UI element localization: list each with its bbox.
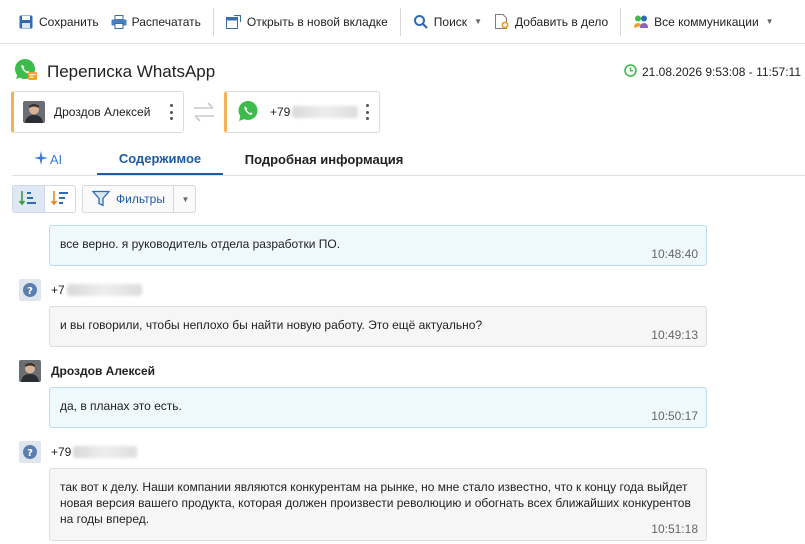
all-communications-label: Все коммуникации — [654, 14, 759, 29]
save-label: Сохранить — [39, 14, 99, 29]
all-communications-button[interactable]: Все коммуникации ▼ — [627, 7, 779, 37]
printer-icon — [111, 14, 127, 30]
add-to-case-label: Добавить в дело — [514, 14, 609, 29]
message-text: да, в планах это есть. — [60, 399, 182, 413]
clock-icon — [624, 64, 637, 80]
more-options-icon[interactable] — [169, 104, 173, 120]
participant-card-2[interactable]: +79 — [224, 91, 380, 133]
swap-arrows-icon — [191, 101, 217, 123]
message-bubble: и вы говорили, чтобы неплохо бы найти но… — [49, 306, 707, 347]
message-sender: ? +7 — [19, 278, 142, 302]
unknown-contact-icon: ? — [19, 279, 41, 301]
message-bubble: все верно. я руководитель отдела разрабо… — [49, 225, 707, 266]
message-time: 10:51:18 — [651, 522, 698, 536]
avatar — [23, 101, 45, 123]
open-new-tab-button[interactable]: Открыть в новой вкладке — [220, 7, 394, 37]
tab-ai[interactable]: AI — [32, 143, 64, 175]
save-button[interactable]: Сохранить — [12, 7, 105, 37]
open-new-tab-label: Открыть в новой вкладке — [246, 14, 388, 29]
message-text: так вот к делу. Наши компании являются к… — [60, 480, 691, 526]
search-icon — [413, 14, 429, 30]
redacted-phone — [66, 284, 142, 296]
time-range-text: 21.08.2026 9:53:08 - 11:57:11 — [641, 65, 801, 79]
sender-phone: +79 — [51, 445, 72, 459]
tab-bar: AI Содержимое Подробная информация — [12, 143, 805, 176]
sparkle-icon — [33, 150, 48, 168]
floppy-disk-icon — [18, 14, 34, 30]
sort-group — [12, 185, 76, 213]
filters-dropdown[interactable]: ▼ — [173, 186, 195, 212]
svg-text:?: ? — [27, 448, 33, 459]
message-text: все верно. я руководитель отдела разрабо… — [60, 237, 341, 251]
sort-descending-button[interactable] — [43, 186, 75, 212]
toolbar-divider — [399, 7, 401, 36]
filters-label: Фильтры — [116, 192, 165, 206]
print-button[interactable]: Распечатать — [105, 7, 207, 37]
whatsapp-icon — [14, 58, 38, 82]
add-to-case-button[interactable]: Добавить в дело — [488, 7, 614, 37]
funnel-icon — [92, 190, 110, 208]
avatar — [19, 360, 41, 382]
toolbar-divider — [212, 7, 214, 36]
chevron-down-icon: ▼ — [181, 194, 190, 204]
toolbar-divider — [620, 7, 622, 36]
more-options-icon[interactable] — [365, 104, 369, 120]
redacted-phone — [73, 446, 138, 458]
participant-name: Дроздов Алексей — [54, 105, 151, 119]
filters-button[interactable]: Фильтры ▼ — [82, 185, 196, 213]
print-label: Распечатать — [131, 14, 201, 29]
whatsapp-icon — [237, 100, 261, 124]
sender-phone: +7 — [51, 283, 65, 297]
unknown-contact-icon: ? — [19, 441, 41, 463]
message-time: 10:48:40 — [651, 247, 698, 261]
svg-text:?: ? — [27, 286, 33, 297]
sort-ascending-icon — [19, 190, 37, 209]
message-bubble: да, в планах это есть. 10:50:17 — [49, 387, 707, 428]
sort-ascending-button[interactable] — [13, 186, 44, 212]
tab-ai-label: AI — [49, 151, 63, 167]
message-sender: Дроздов Алексей — [19, 359, 155, 383]
tab-details[interactable]: Подробная информация — [234, 143, 414, 175]
chevron-down-icon: ▼ — [765, 17, 774, 26]
new-tab-icon — [226, 14, 242, 30]
sort-descending-icon — [50, 190, 69, 209]
message-bubble: так вот к делу. Наши компании являются к… — [49, 468, 707, 541]
page-title: Переписка WhatsApp — [47, 62, 216, 81]
search-button[interactable]: Поиск ▼ — [407, 7, 488, 37]
time-range: 21.08.2026 9:53:08 - 11:57:11 — [624, 64, 801, 80]
participant-card-1[interactable]: Дроздов Алексей — [11, 91, 184, 133]
tab-content[interactable]: Содержимое — [97, 143, 223, 175]
communications-icon — [633, 14, 649, 30]
message-time: 10:50:17 — [651, 409, 698, 423]
message-text: и вы говорили, чтобы неплохо бы найти но… — [60, 318, 483, 332]
sender-name: Дроздов Алексей — [51, 364, 156, 378]
message-sender: ? +79 — [19, 440, 138, 464]
chevron-down-icon: ▼ — [474, 17, 482, 26]
message-time: 10:49:13 — [651, 328, 698, 342]
add-document-icon — [494, 14, 510, 30]
title-row: Переписка WhatsApp 21.08.2026 9:53:08 - … — [0, 56, 805, 86]
search-label: Поиск — [433, 14, 468, 29]
participant-phone: +79 — [270, 105, 291, 119]
redacted-phone — [292, 106, 359, 118]
toolbar: Сохранить Распечатать Открыть в новой вк… — [0, 0, 805, 44]
